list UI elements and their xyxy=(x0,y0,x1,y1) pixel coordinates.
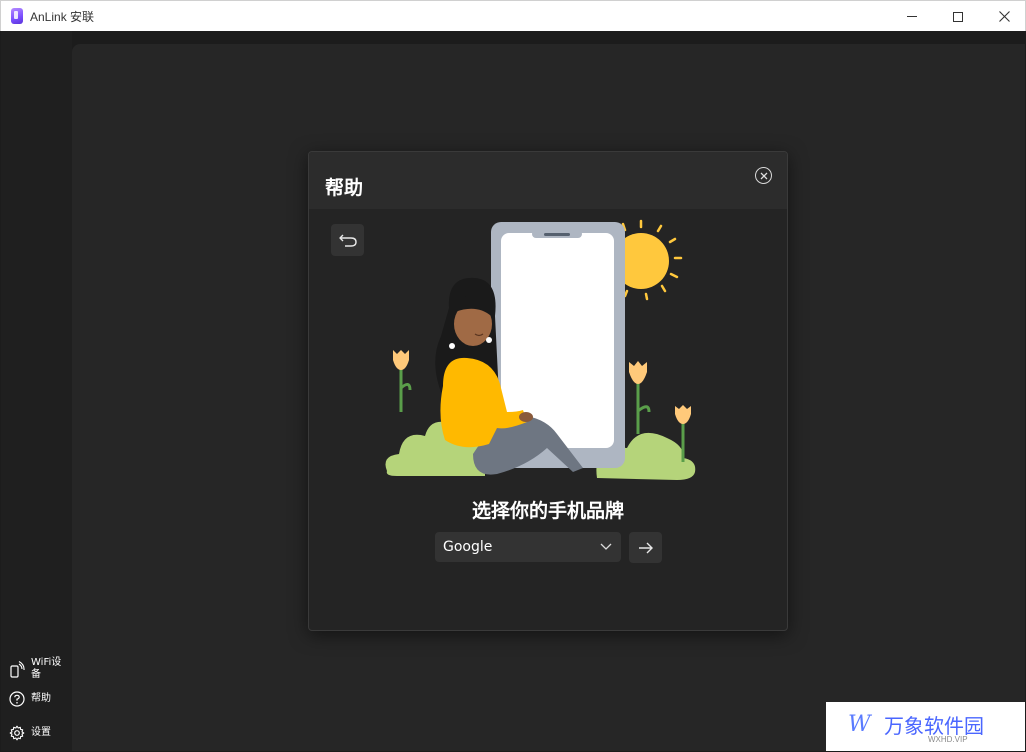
back-button[interactable] xyxy=(331,224,364,256)
close-icon xyxy=(998,11,1010,22)
next-button[interactable] xyxy=(629,532,662,563)
watermark-logo: W xyxy=(848,712,871,737)
sidebar-item-wifi-devices[interactable]: WiFi设备 xyxy=(9,657,67,681)
help-dialog: 帮助 选择你的手机品牌 Google xyxy=(308,151,788,631)
sidebar-item-label: 设置 xyxy=(31,727,51,738)
sidebar-item-settings[interactable]: 设置 xyxy=(9,725,67,741)
wifi-phone-icon xyxy=(10,661,25,678)
brand-select-value: Google xyxy=(443,539,493,555)
sidebar-item-label: 帮助 xyxy=(31,693,51,704)
maximize-button[interactable] xyxy=(935,1,981,32)
close-window-button[interactable] xyxy=(981,1,1026,32)
sidebar: WiFi设备 帮助 设置 xyxy=(1,31,72,751)
app-logo-icon xyxy=(11,8,23,24)
dialog-title: 帮助 xyxy=(325,177,364,199)
gear-icon xyxy=(9,725,25,741)
maximize-icon xyxy=(953,11,963,22)
watermark-subtext: WXHD.VIP xyxy=(928,735,968,744)
brand-prompt: 选择你的手机品牌 xyxy=(471,500,624,522)
back-arrow-icon xyxy=(338,234,357,247)
sidebar-item-label: WiFi设备 xyxy=(31,657,62,680)
dialog-header: 帮助 xyxy=(309,152,787,209)
watermark: W 万象软件园 WXHD.VIP xyxy=(826,702,1025,751)
minimize-icon xyxy=(907,16,917,17)
close-circle-icon xyxy=(760,172,767,179)
window-title: AnLink 安联 xyxy=(30,10,95,24)
sidebar-item-help[interactable]: 帮助 xyxy=(9,691,67,707)
title-bar: AnLink 安联 xyxy=(0,0,1026,31)
chevron-down-icon xyxy=(600,543,612,550)
dialog-close-button[interactable] xyxy=(755,167,772,184)
phone-brand-illustration xyxy=(385,219,696,480)
arrow-right-icon xyxy=(638,542,653,553)
help-icon xyxy=(9,691,25,707)
brand-select[interactable]: Google xyxy=(435,532,621,562)
minimize-button[interactable] xyxy=(889,1,935,32)
